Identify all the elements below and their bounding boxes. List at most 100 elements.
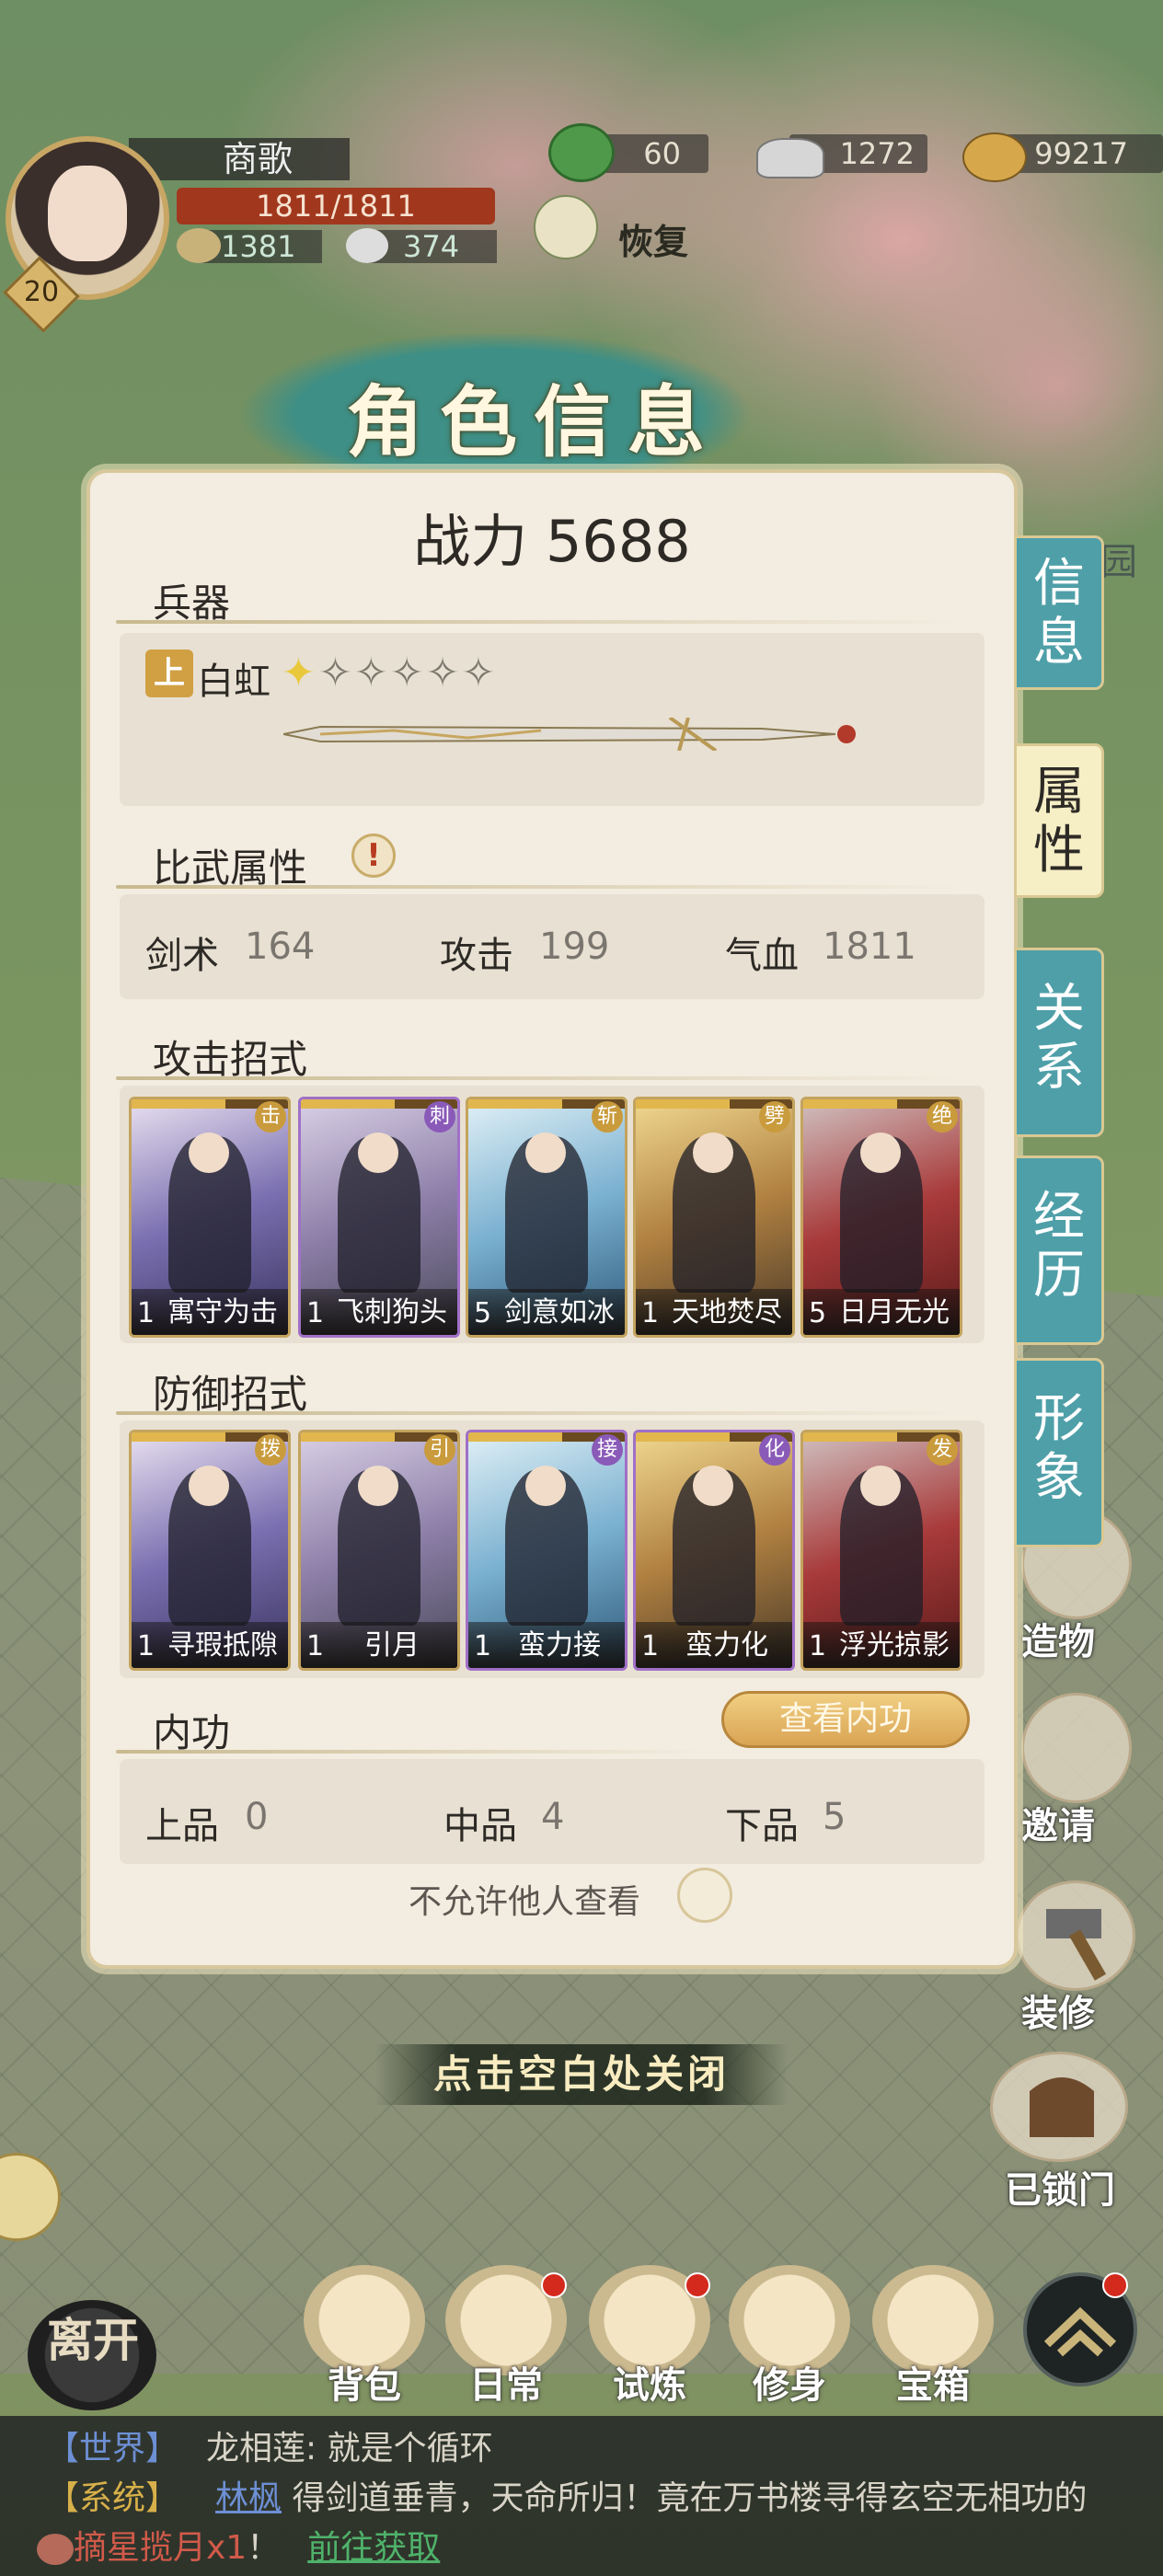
move-name: 蛮力化	[685, 1629, 768, 1662]
character-head	[189, 1133, 229, 1173]
move-type-badge: 拨	[255, 1434, 286, 1466]
neigong-value-low: 5	[823, 1796, 846, 1838]
move-level: 5	[474, 1297, 492, 1329]
attack-move-card[interactable]: 绝 5 日月无光	[800, 1097, 962, 1338]
chat-line-item: 摘星揽月x1！ 前往获取	[37, 2521, 440, 2569]
move-name: 天地焚尽	[672, 1296, 782, 1328]
move-level: 5	[809, 1297, 827, 1329]
silver-ingot-icon[interactable]	[756, 138, 824, 178]
move-level: 1	[474, 1630, 492, 1662]
move-name: 寻瑕抵隙	[167, 1629, 278, 1662]
move-type-badge: 接	[592, 1434, 623, 1466]
bun-stat-value: 374	[403, 229, 460, 264]
move-type-badge: 劈	[759, 1101, 790, 1133]
move-type-badge: 发	[927, 1434, 958, 1466]
close-hint[interactable]: 点击空白处关闭	[375, 2044, 788, 2105]
chat-channel-world: 【世界】	[46, 2430, 179, 2467]
sect-menu-badge	[1102, 2272, 1128, 2298]
move-type-badge: 击	[255, 1101, 286, 1133]
weapon-stars-empty: ✧✧✧✧✧	[318, 650, 498, 696]
invite-label: 邀请	[1021, 1805, 1095, 1847]
character-head	[860, 1133, 901, 1173]
decorate-button[interactable]	[1016, 1880, 1135, 1991]
defense-move-card[interactable]: 拨 1 寻瑕抵隙	[129, 1430, 291, 1671]
nav-trial-label: 试炼	[613, 2364, 686, 2407]
move-name: 引月	[364, 1629, 420, 1662]
move-name: 剑意如冰	[504, 1296, 615, 1328]
hp-text: 1811/1811	[256, 189, 416, 224]
lock-icon	[1030, 2077, 1094, 2137]
move-level: 1	[641, 1297, 660, 1329]
neigong-value-top: 0	[245, 1796, 269, 1838]
sword-icon	[283, 718, 856, 751]
stat-label-attack: 攻击	[440, 935, 513, 977]
chat-channel-system: 【系统】	[46, 2479, 179, 2517]
tea-stat-value: 1381	[221, 229, 296, 264]
chat-separator: ！	[247, 2529, 281, 2567]
defense-move-card[interactable]: 引 1 引月	[298, 1430, 460, 1671]
character-head	[189, 1466, 229, 1506]
neigong-label-mid: 中品	[443, 1805, 517, 1847]
tab-info[interactable]: 信息	[1014, 535, 1104, 690]
section-divider	[116, 1076, 962, 1080]
tab-attributes[interactable]: 属性	[1014, 743, 1104, 898]
attack-move-card[interactable]: 劈 1 天地焚尽	[633, 1097, 795, 1338]
restore-gourd-icon[interactable]	[534, 195, 598, 259]
move-type-badge: 绝	[927, 1101, 958, 1133]
defense-move-card[interactable]: 发 1 浮光掠影	[800, 1430, 962, 1671]
tab-relations[interactable]: 关系	[1014, 948, 1104, 1137]
jade-currency-icon[interactable]	[548, 123, 615, 182]
defense-move-card[interactable]: 化 1 蛮力化	[633, 1430, 795, 1671]
attack-move-card[interactable]: 刺 1 飞刺狗头	[298, 1097, 460, 1338]
section-divider	[116, 620, 962, 624]
go-get-link[interactable]: 前往获取	[307, 2529, 440, 2567]
stat-value-sword: 164	[245, 926, 316, 968]
chat-message: 得剑道垂青，天命所归！竟在万书楼寻得玄空无相功的	[292, 2479, 1088, 2517]
item-icon	[37, 2534, 74, 2565]
panel-title: 角色信息	[345, 377, 721, 467]
level-value: 20	[23, 276, 60, 308]
move-name: 飞刺狗头	[337, 1296, 447, 1328]
character-head	[860, 1466, 901, 1506]
section-divider	[116, 1750, 705, 1754]
combat-power: 战力 5688	[413, 508, 691, 575]
player-name: 商歌	[222, 139, 293, 179]
copper-coin-icon[interactable]	[962, 132, 1027, 182]
leave-label: 离开	[47, 2314, 139, 2367]
warning-icon[interactable]: !	[351, 834, 396, 878]
garden-label[interactable]: 园	[1100, 532, 1137, 585]
move-type-badge: 斩	[592, 1101, 623, 1133]
move-name: 日月无光	[839, 1296, 950, 1328]
decorate-label: 装修	[1021, 1993, 1095, 2035]
attack-move-card[interactable]: 斩 5 剑意如冰	[466, 1097, 628, 1338]
nav-daily-badge	[541, 2272, 567, 2298]
tab-appearance[interactable]: 形象	[1014, 1358, 1104, 1547]
restore-label[interactable]: 恢复	[618, 213, 688, 264]
character-head	[693, 1133, 733, 1173]
move-level: 1	[306, 1630, 325, 1662]
neigong-value-mid: 4	[541, 1796, 565, 1838]
craft-label: 造物	[1021, 1621, 1095, 1663]
chat-player-link[interactable]: 林枫	[215, 2479, 282, 2517]
privacy-label: 不允许他人查看	[409, 1883, 641, 1921]
defense-move-card[interactable]: 接 1 蛮力接	[466, 1430, 628, 1671]
weapon-name: 白虹	[197, 661, 271, 703]
invite-button[interactable]	[1021, 1693, 1132, 1803]
chat-line-system: 【系统】 林枫 得剑道垂青，天命所归！竟在万书楼寻得玄空无相功的	[46, 2471, 1088, 2519]
attack-move-card[interactable]: 击 1 寓守为击	[129, 1097, 291, 1338]
bun-icon	[346, 228, 388, 263]
weapon-grade-badge: 上	[145, 650, 193, 697]
tab-attributes-label: 属性	[1033, 762, 1085, 880]
nav-chest-label: 宝箱	[896, 2364, 970, 2407]
view-neigong-button[interactable]: 查看内功	[721, 1691, 970, 1748]
privacy-toggle[interactable]	[677, 1868, 732, 1923]
hammer-icon	[1046, 1909, 1107, 1981]
chat-message: 龙相莲: 就是个循环	[206, 2430, 493, 2467]
locked-door-label: 已锁门	[1005, 2169, 1115, 2212]
character-head	[693, 1466, 733, 1506]
nav-cultivate-label: 修身	[753, 2364, 826, 2407]
tab-history[interactable]: 经历	[1014, 1156, 1104, 1345]
weapon-star-lit: ✦	[282, 650, 316, 696]
move-level: 1	[306, 1297, 325, 1329]
locked-door-button[interactable]	[990, 2052, 1128, 2162]
